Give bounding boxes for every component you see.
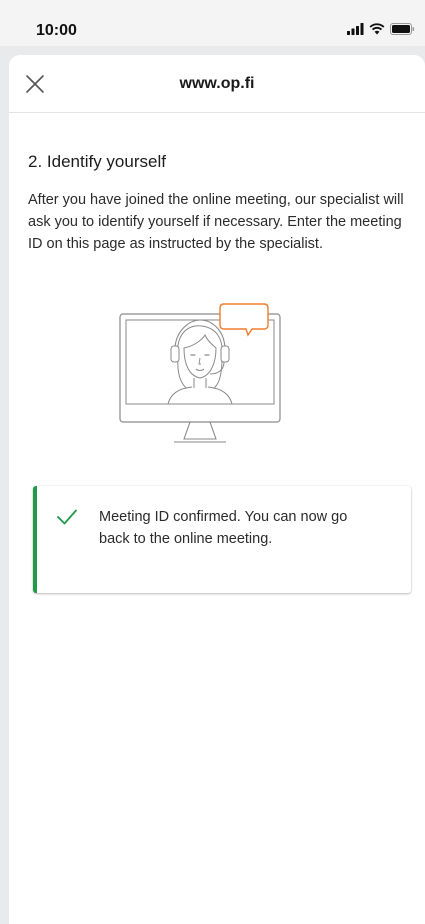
monitor-specialist-icon [119,303,281,443]
success-alert: Meeting ID confirmed. You can now go bac… [33,486,411,593]
status-bar: 10:00 [0,0,425,46]
section-body: After you have joined the online meeting… [28,192,404,252]
status-icons [347,22,415,36]
online-meeting-illustration [118,302,282,448]
browser-sheet: www.op.fi 2. Identify yourself After you… [9,55,425,924]
main-content: 2. Identify yourself After you have join… [28,152,420,255]
status-time: 10:00 [36,22,77,39]
browser-header: www.op.fi [9,55,425,113]
check-icon [57,509,77,525]
wifi-icon [369,23,385,35]
url-title: www.op.fi [179,75,255,92]
section-heading: 2. Identify yourself [28,152,166,171]
alert-accent-bar [33,486,37,593]
alert-message: Meeting ID confirmed. You can now go bac… [99,509,348,547]
battery-icon [390,23,415,35]
signal-icon [347,23,364,35]
